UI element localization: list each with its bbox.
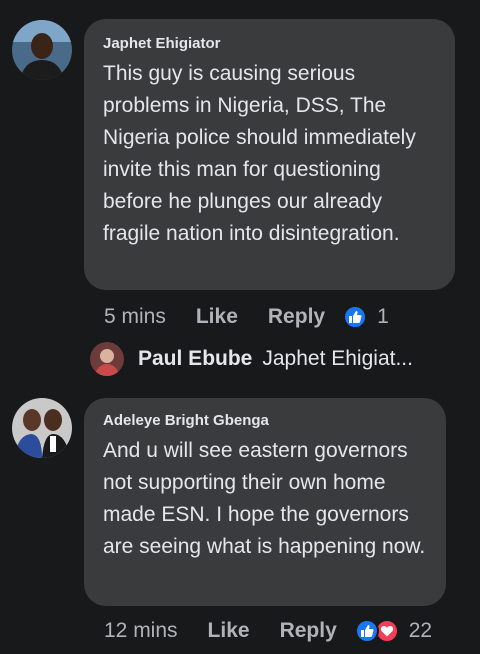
reaction-count: 22 xyxy=(408,619,433,642)
avatar[interactable] xyxy=(12,398,72,458)
reply-snippet: Japhet Ehigiat... xyxy=(262,347,413,370)
avatar[interactable] xyxy=(90,342,124,376)
like-button[interactable]: Like xyxy=(208,619,250,643)
comment-timestamp[interactable]: 12 mins xyxy=(104,619,178,643)
comment-bubble: Japhet Ehigiator This guy is causing ser… xyxy=(84,19,455,290)
comment-author[interactable]: Japhet Ehigiator xyxy=(103,35,437,52)
reaction-count: 1 xyxy=(377,305,389,328)
comment-timestamp[interactable]: 5 mins xyxy=(104,305,166,329)
avatar[interactable] xyxy=(12,20,72,80)
like-button[interactable]: Like xyxy=(196,305,238,329)
comment-actions: 12 mins Like Reply 22 xyxy=(104,616,432,646)
reaction-summary[interactable]: 22 xyxy=(354,619,433,643)
reply-author[interactable]: Paul Ebube xyxy=(138,347,252,371)
reply-button[interactable]: Reply xyxy=(280,619,337,643)
comment-bubble: Adeleye Bright Gbenga And u will see eas… xyxy=(84,398,446,606)
reply-preview[interactable]: Paul Ebube Japhet Ehigiat... xyxy=(90,342,413,376)
reaction-summary[interactable]: 1 xyxy=(343,305,389,329)
like-icon xyxy=(343,305,368,329)
like-icon xyxy=(354,619,379,643)
comment-text: This guy is causing serious problems in … xyxy=(103,62,416,245)
reply-button[interactable]: Reply xyxy=(268,305,325,329)
comment-author[interactable]: Adeleye Bright Gbenga xyxy=(103,412,428,429)
comment-actions: 5 mins Like Reply 1 xyxy=(104,302,389,332)
comment-text: And u will see eastern governors not sup… xyxy=(103,439,426,558)
